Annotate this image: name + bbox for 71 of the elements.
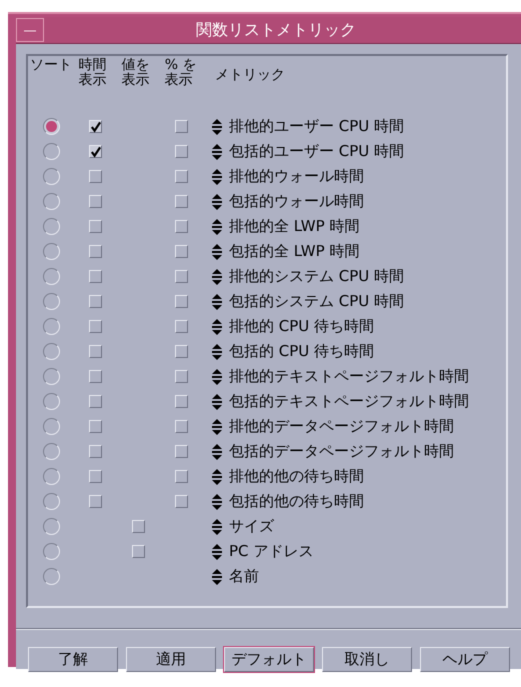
reorder-icon[interactable] [211, 568, 223, 584]
metric-name: 排他的データページフォルト時間 [229, 417, 454, 436]
dialog-button[interactable]: デフォルト [224, 647, 314, 672]
column-header: 値を表示 [122, 58, 151, 88]
sort-radio[interactable] [42, 393, 60, 410]
sort-radio[interactable] [42, 418, 60, 435]
metric-name: 包括的データページフォルト時間 [229, 442, 454, 461]
sort-radio[interactable] [42, 168, 60, 185]
dialog-button[interactable]: ヘルプ [420, 647, 510, 672]
column-header: ソート [30, 58, 72, 73]
reorder-icon[interactable] [211, 118, 223, 134]
checkbox[interactable] [89, 145, 102, 158]
reorder-icon[interactable] [211, 368, 223, 384]
reorder-icon[interactable] [211, 318, 223, 334]
reorder-icon[interactable] [211, 468, 223, 484]
window-menu-button[interactable]: — [16, 18, 44, 42]
reorder-icon[interactable] [211, 144, 223, 160]
reorder-icon[interactable] [211, 218, 223, 234]
column-header: % を表示 [164, 58, 198, 88]
sort-radio[interactable] [42, 468, 60, 485]
reorder-icon[interactable] [211, 518, 223, 534]
sort-radio[interactable] [42, 568, 60, 585]
checkbox[interactable] [89, 120, 102, 133]
metric-name: PC アドレス [229, 542, 314, 561]
metric-name: サイズ [229, 517, 274, 536]
reorder-icon[interactable] [211, 394, 223, 410]
dialog-button[interactable]: 取消し [322, 647, 412, 672]
reorder-icon[interactable] [211, 444, 223, 460]
metric-name: 排他的システム CPU 時間 [229, 267, 404, 286]
reorder-icon[interactable] [211, 494, 223, 510]
reorder-icon[interactable] [211, 294, 223, 310]
metric-name: 排他的ユーザー CPU 時間 [229, 117, 404, 136]
sort-radio[interactable] [42, 318, 60, 335]
sort-radio[interactable] [42, 218, 60, 235]
metric-name: 包括的全 LWP 時間 [229, 242, 360, 261]
metric-name: 包括的テキストページフォルト時間 [229, 392, 469, 411]
metric-name: 包括的他の待ち時間 [229, 492, 364, 511]
reorder-icon[interactable] [211, 268, 223, 284]
sort-radio[interactable] [42, 368, 60, 385]
metric-name: 包括的システム CPU 時間 [229, 292, 404, 311]
metric-name: 排他的他の待ち時間 [229, 467, 364, 486]
metric-name: 名前 [229, 567, 259, 586]
dialog-button[interactable]: 了解 [28, 647, 118, 672]
reorder-icon[interactable] [211, 418, 223, 434]
metric-name: 排他的テキストページフォルト時間 [229, 367, 469, 386]
metric-name: 排他的全 LWP 時間 [229, 217, 360, 236]
sort-radio[interactable] [42, 193, 60, 210]
metric-name: 排他的 CPU 待ち時間 [229, 317, 374, 336]
metric-name: 包括的 CPU 待ち時間 [229, 342, 374, 361]
reorder-icon[interactable] [211, 168, 223, 184]
sort-radio[interactable] [42, 343, 60, 360]
sort-radio[interactable] [42, 518, 60, 535]
reorder-icon[interactable] [211, 544, 223, 560]
sort-radio[interactable] [42, 493, 60, 510]
reorder-icon[interactable] [211, 344, 223, 360]
metric-name: 包括的ユーザー CPU 時間 [229, 142, 404, 161]
column-header: メトリック [214, 66, 285, 83]
sort-radio[interactable] [42, 293, 60, 310]
metric-name: 排他的ウォール時間 [229, 167, 364, 186]
dialog-button[interactable]: 適用 [126, 647, 216, 672]
sort-radio[interactable] [42, 268, 60, 285]
sort-radio[interactable] [42, 118, 60, 135]
reorder-icon[interactable] [211, 194, 223, 210]
column-header: 時間表示 [78, 58, 108, 88]
sort-radio[interactable] [42, 143, 60, 160]
sort-radio[interactable] [42, 543, 60, 560]
reorder-icon[interactable] [211, 244, 223, 260]
sort-radio[interactable] [42, 443, 60, 460]
window-title: 関数リストメトリック [195, 20, 357, 40]
sort-radio[interactable] [42, 243, 60, 260]
metric-name: 包括的ウォール時間 [229, 192, 364, 211]
